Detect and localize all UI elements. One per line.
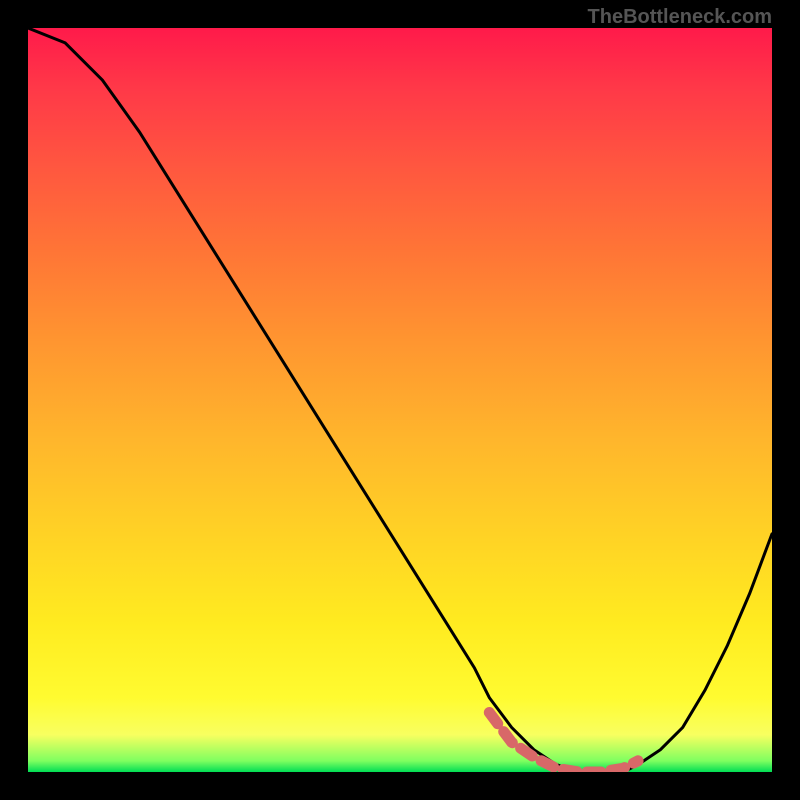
chart-svg (28, 28, 772, 772)
watermark-text: TheBottleneck.com (588, 6, 772, 29)
optimal-range-marker-path (489, 713, 638, 773)
bottleneck-curve-path (28, 28, 772, 772)
plot-area (28, 28, 772, 772)
